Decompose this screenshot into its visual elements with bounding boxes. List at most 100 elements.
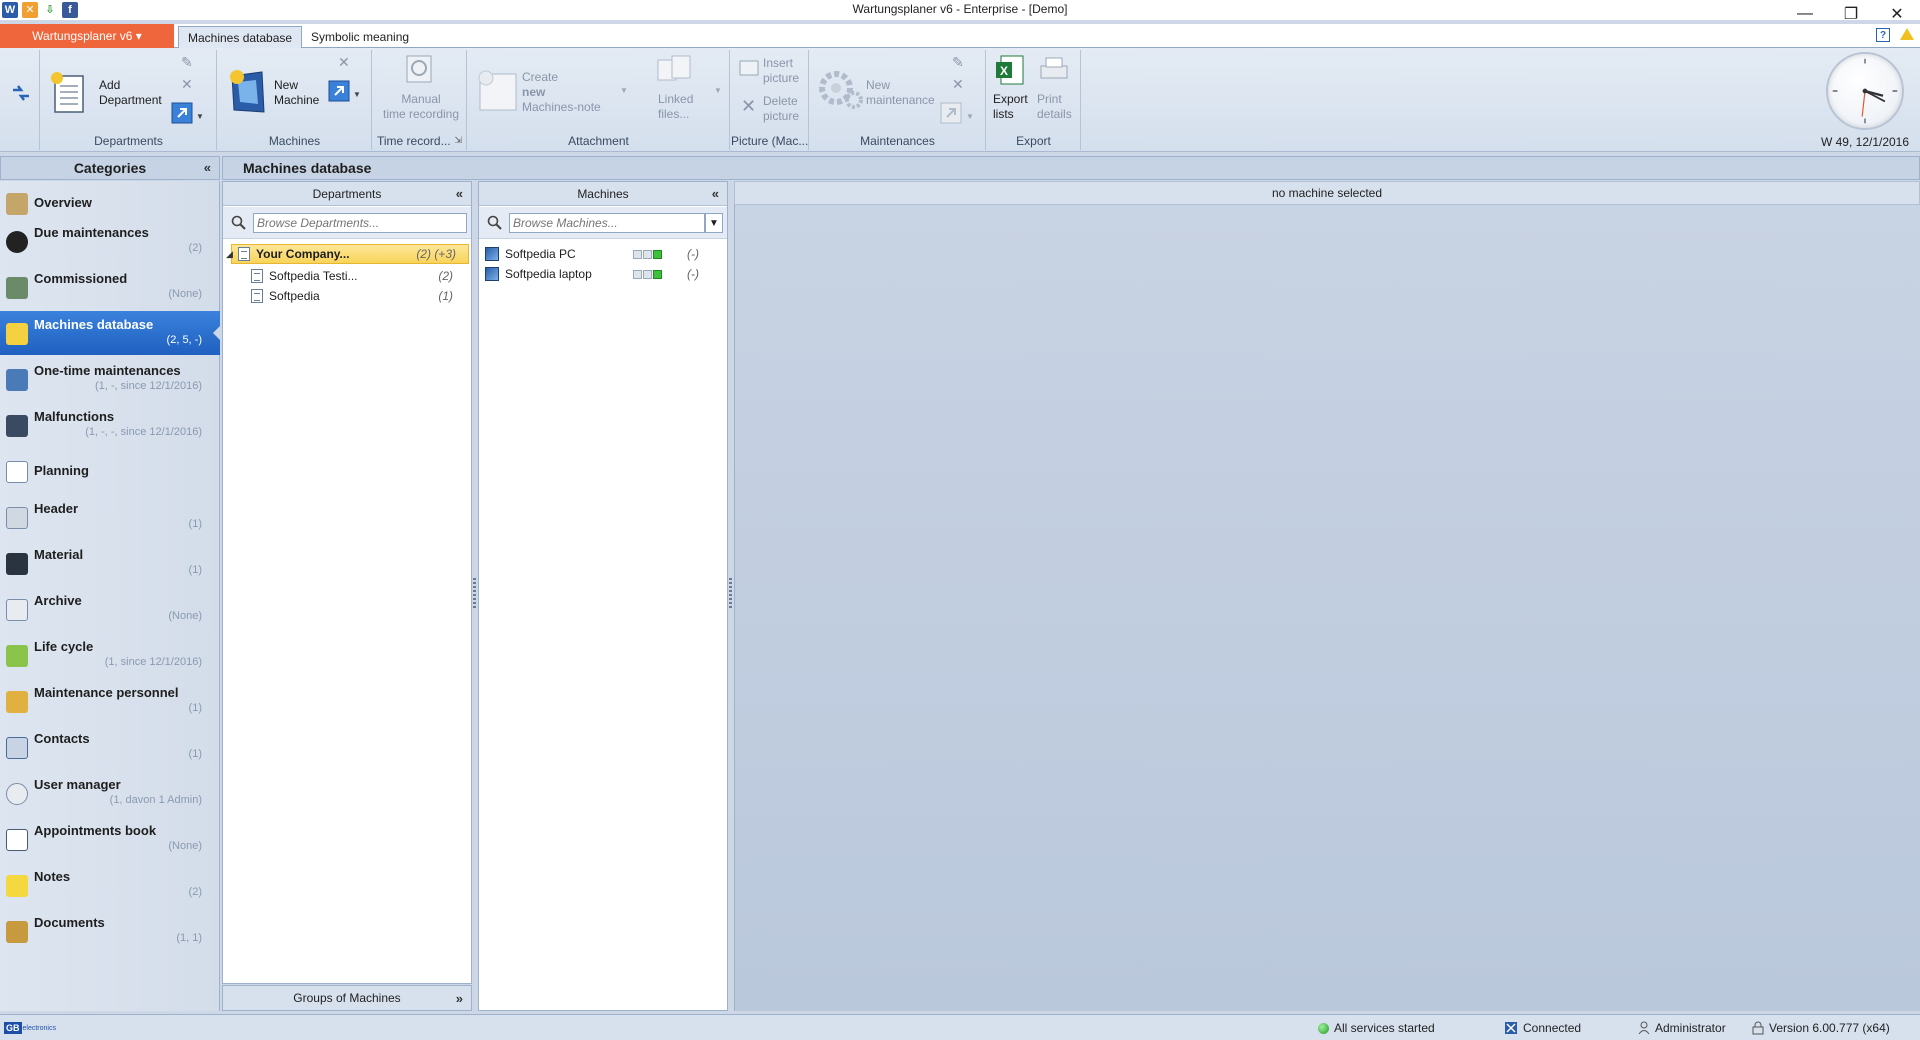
department-dropdown-icon[interactable]: ▼ bbox=[196, 112, 204, 121]
departments-splitter[interactable] bbox=[473, 578, 476, 608]
machines-search-row: ▼ bbox=[479, 207, 727, 239]
category-maintenance-personnel[interactable]: Maintenance personnel (1) bbox=[0, 679, 220, 723]
machines-splitter[interactable] bbox=[729, 578, 732, 608]
machine-dropdown-icon[interactable]: ▼ bbox=[353, 90, 361, 99]
create-machine-note-button[interactable]: Create new Machines-note bbox=[522, 70, 601, 115]
ribbon-group-attachment: Create new Machines-note ▼ Linked files.… bbox=[468, 50, 730, 150]
insert-picture-button[interactable]: Insert picture bbox=[763, 56, 799, 86]
new-maintenance-button[interactable]: New maintenance bbox=[866, 78, 935, 108]
export-group-label: Export bbox=[1016, 134, 1051, 148]
delete-maintenance-icon[interactable]: ✕ bbox=[952, 76, 964, 93]
category-header[interactable]: Header (1) bbox=[0, 495, 220, 539]
new-maintenance-icon bbox=[819, 71, 863, 109]
print-details-button[interactable]: Print details bbox=[1037, 92, 1072, 122]
departments-search-row bbox=[223, 207, 471, 239]
machine-item-softpedia-laptop[interactable]: Softpedia laptop (-) bbox=[485, 264, 727, 284]
category-label: Appointments book bbox=[34, 823, 157, 838]
category-one-time-maintenances[interactable]: One-time maintenances (1, -, since 12/1/… bbox=[0, 357, 220, 401]
manual-time-recording-button[interactable]: Manual time recording bbox=[381, 92, 461, 122]
lightning-icon bbox=[6, 415, 28, 437]
collapse-machines-icon[interactable]: « bbox=[712, 186, 719, 201]
category-archive[interactable]: Archive (None) bbox=[0, 587, 220, 631]
ribbon-nav-group bbox=[0, 50, 40, 150]
sync-arrows-icon[interactable] bbox=[10, 82, 32, 104]
machines-search-input[interactable] bbox=[509, 213, 705, 233]
category-commissioned[interactable]: Commissioned (None) bbox=[0, 265, 220, 309]
status-square bbox=[633, 269, 642, 279]
tab-symbolic-meaning[interactable]: Symbolic meaning bbox=[302, 26, 418, 48]
delete-machine-icon[interactable]: ✕ bbox=[338, 54, 350, 71]
category-notes[interactable]: Notes (2) bbox=[0, 863, 220, 907]
category-label: Malfunctions bbox=[34, 409, 115, 424]
group-launcher-icon[interactable]: ⇲ bbox=[454, 135, 462, 146]
search-icon[interactable] bbox=[231, 215, 247, 231]
linked-files-button[interactable]: Linked files... bbox=[658, 92, 693, 122]
machine-label: Softpedia laptop bbox=[505, 267, 592, 281]
category-count: (1) bbox=[188, 748, 202, 760]
machine-item-softpedia-pc[interactable]: Softpedia PC (-) bbox=[485, 244, 727, 264]
department-icon bbox=[251, 269, 263, 283]
category-label: Contacts bbox=[34, 731, 90, 746]
add-department-label-2: Department bbox=[99, 93, 162, 107]
manual-time-label-1: Manual bbox=[401, 92, 441, 106]
green-status-icon bbox=[1318, 1022, 1329, 1034]
expand-groups-icon[interactable]: » bbox=[456, 991, 463, 1006]
help-icon[interactable]: ? bbox=[1876, 28, 1890, 42]
insert-picture-label-2: picture bbox=[763, 71, 800, 85]
category-label: Material bbox=[34, 547, 84, 562]
departments-title: Departments bbox=[312, 186, 382, 201]
new-machine-button[interactable]: New Machine bbox=[274, 78, 319, 108]
tree-item-your-company[interactable]: ◢ Your Company... (2) (+3) bbox=[226, 244, 469, 264]
category-machines-database[interactable]: Machines database (2, 5, -) bbox=[0, 311, 221, 355]
category-appointments-book[interactable]: Appointments book (None) bbox=[0, 817, 220, 861]
open-maintenance-icon[interactable] bbox=[940, 102, 962, 124]
category-count: (None) bbox=[168, 610, 202, 622]
app-menu-button[interactable]: Wartungsplaner v6 ▾ bbox=[0, 24, 174, 48]
tag-icon bbox=[6, 507, 28, 529]
filter-dropdown-icon[interactable]: ▼ bbox=[705, 213, 723, 233]
warning-icon[interactable] bbox=[1900, 28, 1914, 40]
category-user-manager[interactable]: User manager (1, davon 1 Admin) bbox=[0, 771, 220, 815]
open-department-icon[interactable] bbox=[171, 102, 193, 124]
user-icon bbox=[1638, 1021, 1650, 1035]
commissioned-icon bbox=[6, 277, 28, 299]
open-machine-icon[interactable] bbox=[328, 80, 350, 102]
edit-maintenance-icon[interactable]: ✎ bbox=[952, 54, 964, 71]
delete-picture-label-2: picture bbox=[763, 109, 800, 123]
category-contacts[interactable]: Contacts (1) bbox=[0, 725, 220, 769]
tree-item-softpedia[interactable]: Softpedia (1) bbox=[251, 286, 471, 306]
delete-department-icon[interactable]: ✕ bbox=[181, 76, 193, 93]
add-department-button[interactable]: Add Department bbox=[99, 78, 162, 108]
export-lists-button[interactable]: Export lists bbox=[993, 92, 1028, 122]
collapse-categories-icon[interactable]: « bbox=[204, 160, 211, 175]
departments-search-input[interactable] bbox=[253, 213, 467, 233]
add-department-label-1: Add bbox=[99, 78, 121, 92]
category-life-cycle[interactable]: Life cycle (1, since 12/1/2016) bbox=[0, 633, 220, 677]
category-material[interactable]: Material (1) bbox=[0, 541, 220, 585]
linked-files-dropdown-icon[interactable]: ▼ bbox=[714, 86, 722, 95]
linked-files-label-1: Linked bbox=[658, 92, 694, 106]
house-icon bbox=[6, 193, 28, 215]
category-documents[interactable]: Documents (1, 1) bbox=[0, 909, 220, 953]
category-count: (None) bbox=[168, 288, 202, 300]
create-note-dropdown-icon[interactable]: ▼ bbox=[620, 86, 628, 95]
tree-expand-icon[interactable]: ◢ bbox=[226, 249, 233, 260]
category-label: Notes bbox=[34, 869, 71, 884]
tree-item-softpedia-testing[interactable]: Softpedia Testi... (2) bbox=[251, 266, 471, 286]
ribbon-group-picture: Insert picture ✕ Delete picture Picture … bbox=[731, 50, 809, 150]
collapse-departments-icon[interactable]: « bbox=[456, 186, 463, 201]
gb-electronics-logo: GB electronics bbox=[4, 1022, 56, 1034]
ribbon-tab-row: Wartungsplaner v6 ▾ Machines database Sy… bbox=[0, 24, 1920, 49]
category-due-maintenances[interactable]: Due maintenances (2) bbox=[0, 219, 220, 263]
department-icon bbox=[238, 247, 250, 261]
search-icon[interactable] bbox=[487, 215, 503, 231]
category-malfunctions[interactable]: Malfunctions (1, -, -, since 12/1/2016) bbox=[0, 403, 220, 447]
maintenance-dropdown-icon[interactable]: ▼ bbox=[966, 112, 974, 121]
machine-label: Softpedia PC bbox=[505, 247, 576, 261]
excel-export-icon: X bbox=[996, 55, 1024, 85]
edit-department-icon[interactable]: ✎ bbox=[181, 54, 193, 71]
delete-picture-button[interactable]: Delete picture bbox=[763, 94, 799, 124]
tab-machines-database[interactable]: Machines database bbox=[178, 26, 303, 49]
groups-of-machines-bar[interactable]: Groups of Machines » bbox=[222, 985, 472, 1011]
category-planning[interactable]: Planning bbox=[0, 449, 220, 493]
